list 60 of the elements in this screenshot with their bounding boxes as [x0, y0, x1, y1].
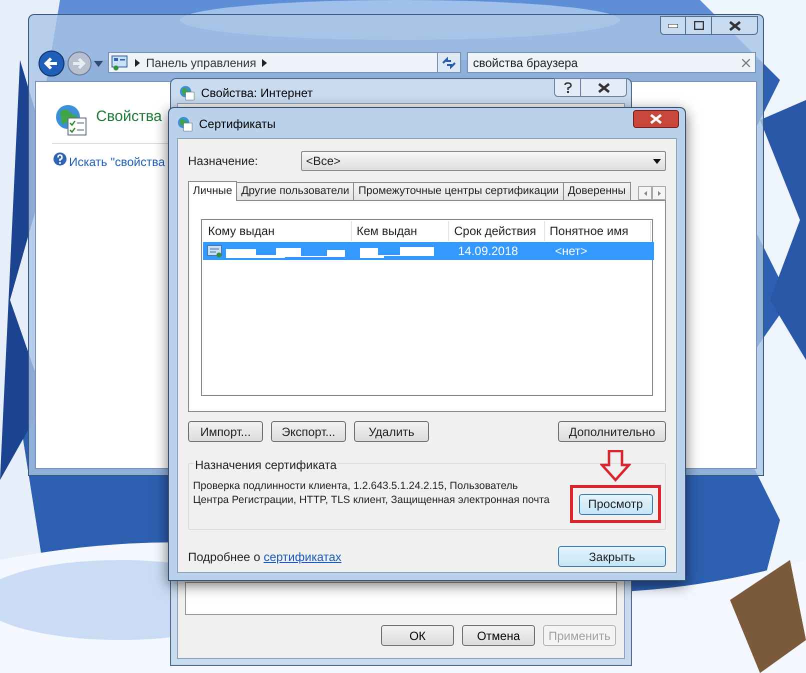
help-button[interactable] — [554, 78, 581, 97]
refresh-icon — [442, 56, 456, 68]
dialog-button[interactable]: ОК — [381, 625, 454, 646]
tab[interactable]: Личные — [188, 181, 238, 201]
certificates-link[interactable]: сертификатах — [264, 550, 342, 564]
column-header[interactable]: Понятное имя — [544, 221, 651, 241]
control-panel-icon — [111, 54, 129, 70]
column-header[interactable]: Кем выдан — [352, 221, 450, 241]
maximize-button[interactable] — [686, 16, 712, 35]
dialog-button[interactable]: Отмена — [462, 625, 535, 646]
table-cell-text: <нет> — [554, 243, 588, 260]
field-label: Назначение: — [188, 153, 260, 170]
action-button[interactable]: Экспорт... — [271, 421, 346, 442]
tab-scroll-right-button[interactable] — [652, 186, 666, 200]
close-button[interactable] — [633, 110, 679, 128]
page-heading: Свойства — [96, 107, 162, 127]
action-button[interactable]: Импорт... — [188, 421, 263, 442]
close-icon — [728, 20, 740, 30]
maximize-icon — [694, 21, 704, 30]
dropdown-icon — [653, 158, 661, 164]
minimize-button[interactable] — [660, 16, 686, 35]
breadcrumb-item[interactable]: Панель управления — [146, 54, 256, 72]
right-arrow-icon — [658, 190, 660, 196]
window-title: Свойства: Интернет — [201, 85, 313, 102]
footer-text: Подробнее о сертификатах — [188, 548, 342, 566]
close-dialog-button[interactable]: Закрыть — [558, 546, 666, 567]
help-icon — [53, 152, 67, 166]
action-button[interactable]: Удалить — [354, 421, 429, 442]
tab[interactable]: Другие пользователи — [237, 182, 354, 200]
table-cell-text: 14.09.2018 — [457, 243, 520, 260]
tab-scroll-left-button[interactable] — [638, 186, 652, 200]
certificates-icon — [177, 116, 193, 132]
close-icon — [650, 114, 662, 124]
close-button[interactable] — [581, 78, 627, 97]
breadcrumb-arrow-icon — [262, 58, 268, 66]
back-button[interactable] — [38, 50, 65, 77]
search-field[interactable]: свойства браузера — [467, 52, 756, 73]
window-title: Сертификаты — [199, 116, 276, 133]
certificate-icon — [207, 244, 223, 258]
breadcrumb-arrow-icon — [135, 58, 140, 66]
purposes-text: Центра Регистрации, HTTP, TLS клиент, Защищенная электронная почта — [193, 493, 550, 507]
forward-button[interactable] — [67, 51, 92, 76]
tab[interactable]: Доверенны — [564, 182, 631, 200]
purpose-dropdown[interactable]: <Все> — [301, 151, 666, 171]
internet-options-icon — [54, 103, 88, 137]
search-link[interactable]: Искать "свойства — [69, 153, 165, 171]
minimize-icon — [668, 24, 678, 28]
search-text: свойства браузера — [473, 54, 578, 72]
purposes-text: Проверка подлинности клиента, 1.2.643.5.1.24.2.15, Пользователь — [193, 479, 519, 493]
view-button[interactable]: Просмотр — [578, 494, 652, 514]
question-icon — [564, 82, 572, 93]
refresh-button[interactable] — [437, 52, 461, 73]
close-icon — [598, 82, 610, 92]
close-button[interactable] — [712, 16, 758, 35]
clear-icon[interactable] — [742, 58, 750, 66]
tab[interactable]: Промежуточные центры сертификации — [354, 182, 564, 200]
internet-options-icon — [179, 85, 195, 101]
down-arrow-icon — [600, 450, 631, 482]
advanced-button[interactable]: Дополнительно — [558, 421, 666, 442]
left-arrow-icon — [644, 190, 646, 196]
